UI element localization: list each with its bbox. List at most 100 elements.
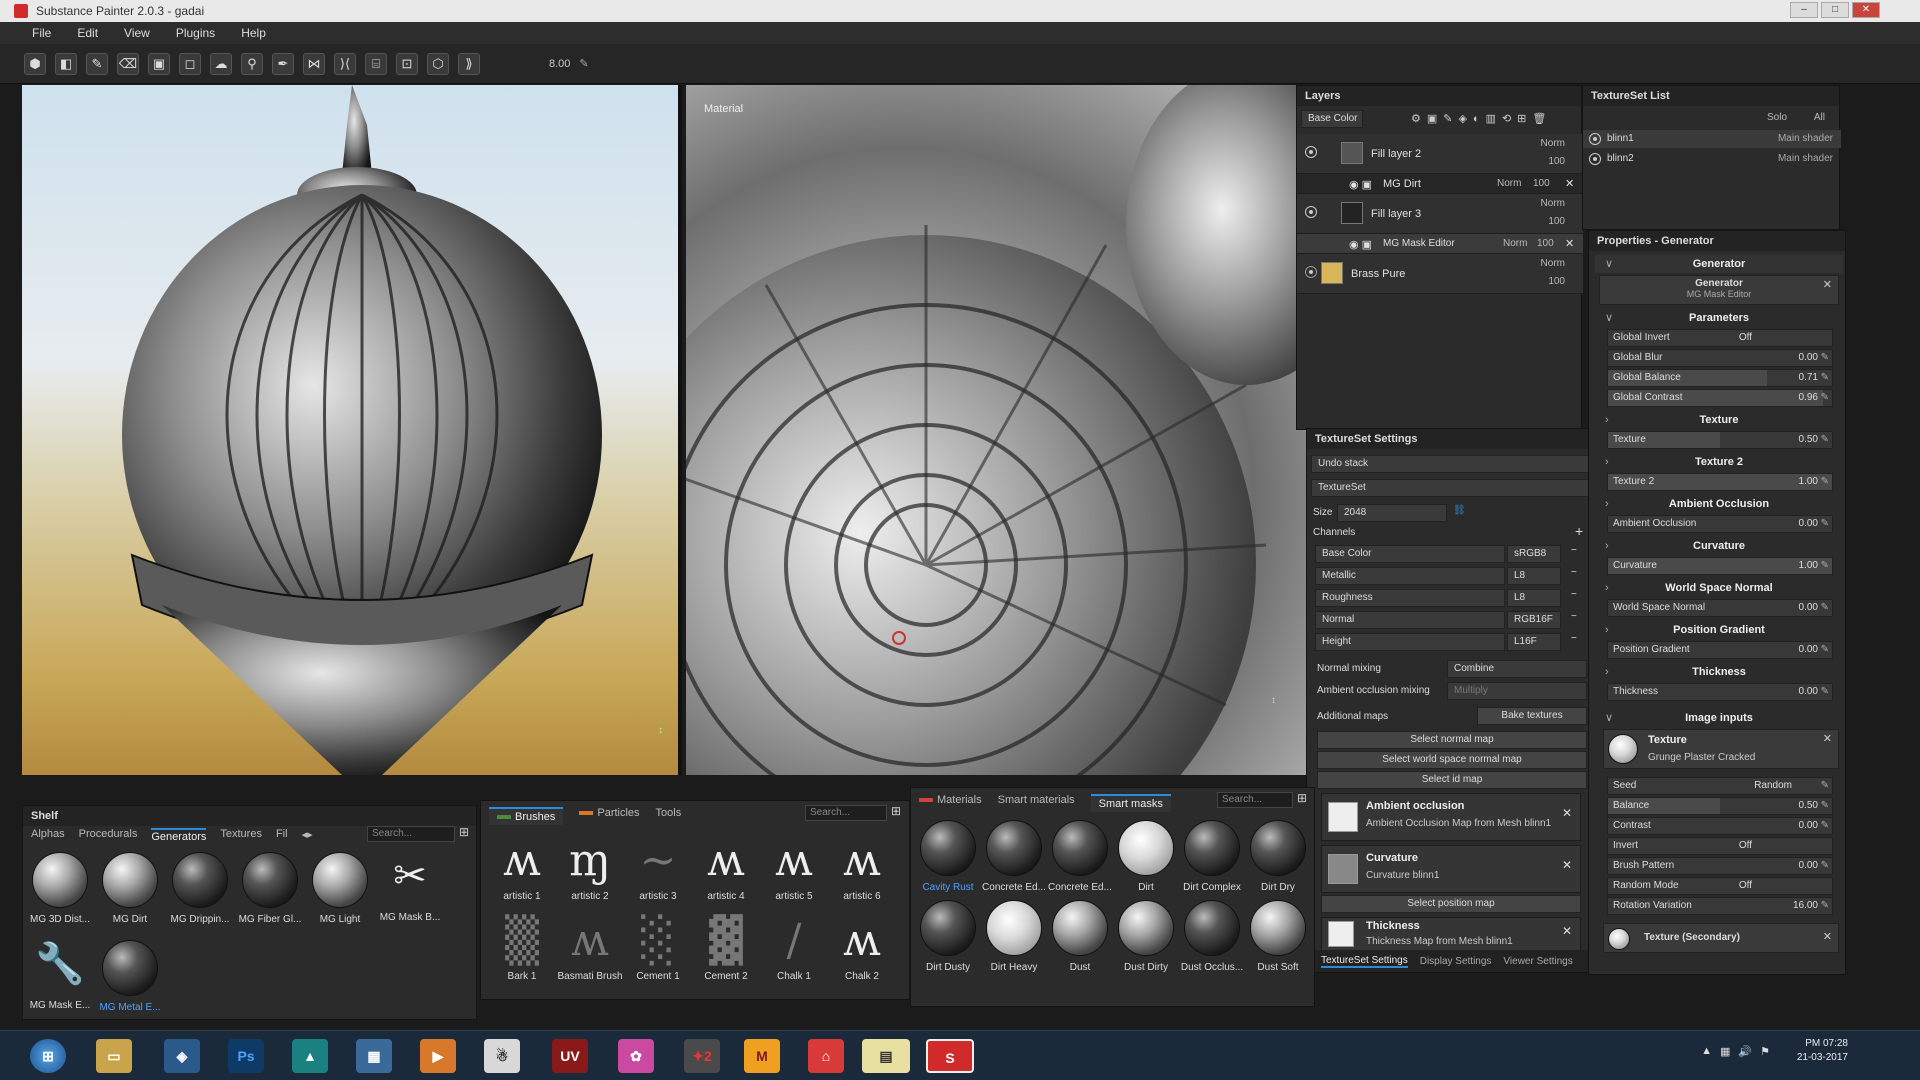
close-icon[interactable]: ✕: [1823, 930, 1832, 943]
mask-row[interactable]: ◉ ▣ MG Dirt Norm 100 ✕: [1297, 174, 1583, 194]
file-manager-icon[interactable]: ▤: [862, 1039, 910, 1073]
menu-view[interactable]: View: [124, 26, 150, 40]
uvlayout-icon[interactable]: UV: [552, 1039, 588, 1073]
system-clock[interactable]: PM 07:28 21-03-2017: [1797, 1037, 1848, 1065]
shelf-item[interactable]: MG Metal E...: [97, 940, 163, 1020]
select-position-map-button[interactable]: Select position map: [1321, 895, 1581, 913]
shader-name[interactable]: Main shader: [1778, 150, 1833, 168]
tab-tools[interactable]: Tools: [656, 807, 682, 825]
global-invert-toggle[interactable]: Global Invert Off: [1607, 329, 1833, 347]
zbrush-icon[interactable]: ☃: [484, 1039, 520, 1073]
camera-icon[interactable]: ⌸: [365, 52, 387, 75]
curvature-slider[interactable]: Curvature 1.00 ✎: [1607, 557, 1833, 575]
textureset-row[interactable]: blinn2 Main shader: [1583, 150, 1841, 168]
start-button-icon[interactable]: ⊞: [30, 1039, 66, 1073]
generator-card[interactable]: Generator MG Mask Editor ✕: [1599, 275, 1839, 305]
cube-view-icon[interactable]: ⬡: [427, 52, 449, 75]
tab-textures[interactable]: Textures: [220, 828, 262, 843]
tab-viewer-settings[interactable]: Viewer Settings: [1503, 956, 1572, 967]
select-normal-map-button[interactable]: Select normal map: [1317, 731, 1587, 749]
app-icon[interactable]: ◈: [164, 1039, 200, 1073]
invert-toggle[interactable]: Invert Off: [1607, 837, 1833, 855]
tab-smart-masks[interactable]: Smart masks: [1090, 794, 1171, 812]
shelf-item[interactable]: MG Light: [307, 852, 373, 932]
brushes-search-input[interactable]: Search...: [805, 805, 887, 821]
close-icon[interactable]: ✕: [1562, 924, 1572, 938]
brush-item[interactable]: ʍ Chalk 2: [829, 917, 895, 997]
file-explorer-icon[interactable]: ▭: [96, 1039, 132, 1073]
tab-textureset-settings[interactable]: TextureSet Settings: [1321, 955, 1408, 968]
smart-mask-item[interactable]: Dirt Heavy: [981, 900, 1047, 980]
smart-mask-item[interactable]: Concrete Ed...: [981, 820, 1047, 900]
layer-opacity[interactable]: 100: [1533, 178, 1550, 189]
minimize-button[interactable]: –: [1790, 2, 1818, 18]
layer-blend[interactable]: Norm: [1541, 198, 1565, 209]
tab-scroll-arrows-icon[interactable]: ◂▸: [302, 828, 313, 843]
brush-item[interactable]: ▓ Cement 2: [693, 917, 759, 997]
shelf-item[interactable]: MG Drippin...: [167, 852, 233, 932]
close-icon[interactable]: ✕: [1823, 732, 1832, 745]
texture-slider[interactable]: Texture 0.50 ✎: [1607, 431, 1833, 449]
smudge-tool-icon[interactable]: ☁: [210, 52, 232, 75]
menu-file[interactable]: File: [32, 26, 51, 40]
shelf-item[interactable]: ✂ MG Mask B...: [377, 852, 443, 932]
image-inputs-header[interactable]: ∨ Image inputs: [1595, 709, 1843, 727]
brush-item[interactable]: ʍ artistic 5: [761, 837, 827, 917]
paint-mode-icon[interactable]: ⬢: [24, 52, 46, 75]
thickness-section[interactable]: › Thickness: [1595, 663, 1843, 681]
channel-format[interactable]: L16F: [1507, 633, 1561, 651]
channel-format[interactable]: L8: [1507, 589, 1561, 607]
curvature-map-card[interactable]: Curvature Curvature blinn1 ✕: [1321, 845, 1581, 893]
smart-mask-item[interactable]: Dirt Dusty: [915, 900, 981, 980]
select-ws-normal-map-button[interactable]: Select world space normal map: [1317, 751, 1587, 769]
texture-input-card[interactable]: Texture Grunge Plaster Cracked ✕: [1603, 729, 1839, 769]
texture-secondary-card[interactable]: Texture (Secondary) ✕: [1603, 923, 1839, 953]
channel-format[interactable]: sRGB8: [1507, 545, 1561, 563]
grid-view-icon[interactable]: ⊞: [1297, 791, 1307, 805]
smart-mask-item[interactable]: Dust Soft: [1245, 900, 1311, 980]
menu-edit[interactable]: Edit: [77, 26, 98, 40]
textureset-row[interactable]: blinn1 Main shader: [1583, 130, 1841, 148]
marvelous-icon[interactable]: M: [744, 1039, 780, 1073]
projection-tool-icon[interactable]: ▣: [148, 52, 170, 75]
visibility-icon[interactable]: [1589, 133, 1601, 145]
curvature-section[interactable]: › Curvature: [1595, 537, 1843, 555]
photoshop-icon[interactable]: Ps: [228, 1039, 264, 1073]
ambient-occlusion-section[interactable]: › Ambient Occlusion: [1595, 495, 1843, 513]
visibility-icon[interactable]: [1305, 206, 1317, 218]
tray-arrow-icon[interactable]: ▲: [1701, 1045, 1712, 1058]
ao-map-card[interactable]: Ambient occlusion Ambient Occlusion Map …: [1321, 793, 1581, 841]
smart-mask-item[interactable]: Dust Occlus...: [1179, 900, 1245, 980]
tab-procedurals[interactable]: Procedurals: [79, 828, 138, 843]
seed-field[interactable]: Seed Random ✎: [1607, 777, 1833, 795]
close-button[interactable]: ✕: [1852, 2, 1880, 18]
brush-item[interactable]: ░ Cement 1: [625, 917, 691, 997]
smart-mask-item[interactable]: Dust Dirty: [1113, 900, 1179, 980]
split-view-icon[interactable]: ⟫: [458, 52, 480, 75]
brush-item[interactable]: ʍ artistic 6: [829, 837, 895, 917]
link-icon[interactable]: ⛓: [1453, 505, 1466, 516]
symmetry-icon[interactable]: ⋈: [303, 52, 325, 75]
brush-tool-icon[interactable]: ✎: [86, 52, 108, 75]
smart-mask-item[interactable]: Dirt Dry: [1245, 820, 1311, 900]
size-select[interactable]: 2048: [1337, 504, 1447, 522]
shelf-item[interactable]: 🔧 MG Mask E...: [27, 940, 93, 1020]
texture2-section[interactable]: › Texture 2: [1595, 453, 1843, 471]
mudbox-icon[interactable]: ⌂: [808, 1039, 844, 1073]
ambient-occlusion-slider[interactable]: Ambient Occlusion 0.00 ✎: [1607, 515, 1833, 533]
grid-view-icon[interactable]: ⊞: [459, 825, 469, 839]
layer-row[interactable]: Brass Pure Norm 100: [1297, 254, 1583, 294]
layer-blend[interactable]: Norm: [1541, 138, 1565, 149]
visibility-icon[interactable]: [1305, 146, 1317, 158]
flag-icon[interactable]: ⚑: [1760, 1045, 1770, 1058]
tab-display-settings[interactable]: Display Settings: [1420, 956, 1492, 967]
shelf-search-input[interactable]: Search...: [367, 826, 455, 842]
render-icon[interactable]: ⊡: [396, 52, 418, 75]
thickness-map-card[interactable]: Thickness Thickness Map from Mesh blinn1…: [1321, 917, 1581, 951]
global-contrast-slider[interactable]: Global Contrast 0.96 ✎: [1607, 389, 1833, 407]
menu-plugins[interactable]: Plugins: [176, 26, 215, 40]
remove-channel-icon[interactable]: −: [1571, 545, 1577, 556]
layer-opacity[interactable]: 100: [1537, 238, 1554, 249]
smart-mask-item[interactable]: Dust: [1047, 900, 1113, 980]
brush-pattern-slider[interactable]: Brush Pattern 0.00 ✎: [1607, 857, 1833, 875]
